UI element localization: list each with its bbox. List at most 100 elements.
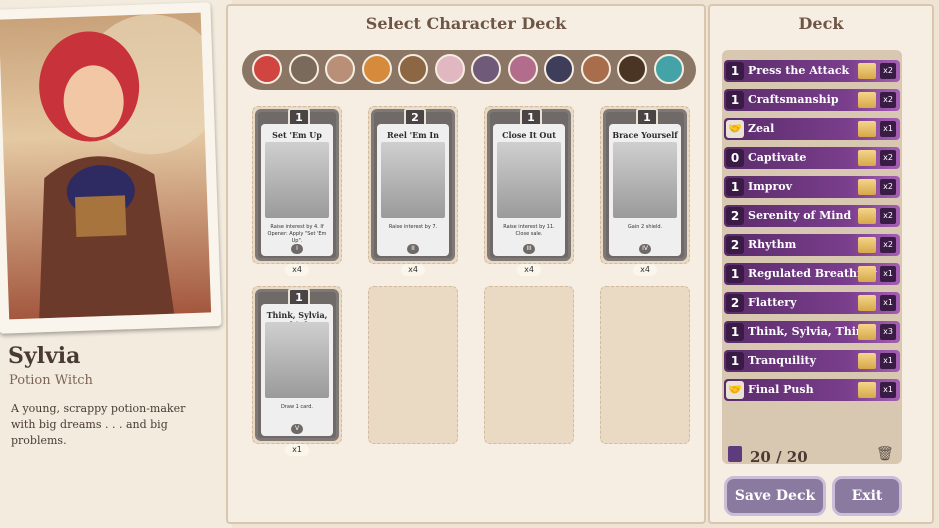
coins-icon — [858, 208, 876, 224]
deck-card[interactable]: 1 Think, Sylvia, Think Draw 1 card. V — [255, 288, 339, 441]
character-face-button[interactable] — [434, 54, 465, 84]
coins-icon — [858, 237, 876, 253]
card-slot[interactable]: 1 Brace Yourself Gain 2 shield. IV — [600, 106, 690, 264]
row-cost: 1 — [726, 323, 744, 341]
row-quantity: x2 — [880, 237, 896, 253]
row-quantity: x1 — [880, 382, 896, 398]
card-slot[interactable]: 1 Set 'Em Up Raise interest by 4. If Ope… — [252, 106, 342, 264]
deck-card[interactable]: 2 Reel 'Em In Raise interest by 7. II — [371, 108, 455, 261]
card-art — [265, 322, 329, 398]
row-quantity: x2 — [880, 208, 896, 224]
card-text: Raise interest by 4. If Opener: Apply "S… — [267, 224, 327, 244]
row-quantity: x2 — [880, 92, 896, 108]
character-face-button[interactable] — [507, 54, 538, 84]
row-name: Final Push — [748, 383, 814, 396]
row-name: Craftsmanship — [748, 93, 839, 106]
save-deck-button[interactable]: Save Deck — [724, 476, 826, 516]
deck-title: Deck — [798, 14, 844, 33]
row-cost: 2 — [726, 207, 744, 225]
deck-row[interactable]: 2 Flattery x1 — [724, 292, 900, 314]
deck-row[interactable]: 2 Serenity of Mind x2 — [724, 205, 900, 227]
deck-row[interactable]: 🤝 Zeal x1 — [724, 118, 900, 140]
row-cost: 1 — [726, 265, 744, 283]
card-slot[interactable]: 1 Think, Sylvia, Think Draw 1 card. V — [252, 286, 342, 444]
card-text: Raise interest by 11. Close sale. — [503, 224, 555, 237]
character-face-button[interactable] — [398, 54, 428, 84]
character-face-bar — [242, 50, 696, 90]
deck-list[interactable]: 🗑 1 Press the Attack x2 1 Craftsmanship x2 🤝… — [722, 50, 902, 464]
character-face-button[interactable] — [252, 54, 282, 84]
row-cost: 0 — [726, 149, 744, 167]
character-face-button[interactable] — [471, 54, 501, 84]
card-art — [265, 142, 329, 218]
character-face-button[interactable] — [617, 54, 647, 84]
card-roman: V — [291, 424, 303, 434]
character-face-button[interactable] — [325, 54, 355, 84]
select-deck-panel: Select Character Deck 1 Set 'Em Up Raise… — [226, 4, 706, 524]
card-art — [613, 142, 677, 218]
character-face-button[interactable] — [288, 54, 319, 84]
deck-row[interactable]: 1 Tranquility x1 — [724, 350, 900, 372]
row-name: Captivate — [748, 151, 807, 164]
deck-row[interactable]: 🤝 Final Push x1 — [724, 379, 900, 401]
row-quantity: x1 — [880, 295, 896, 311]
row-name: Flattery — [748, 296, 797, 309]
card-art — [497, 142, 561, 218]
handshake-icon: 🤝 — [726, 381, 744, 399]
card-count: x1 — [285, 444, 309, 456]
deck-row[interactable]: 1 Regulated Breathing x1 — [724, 263, 900, 285]
panel-title: Select Character Deck — [365, 14, 567, 33]
deck-row[interactable]: 1 Craftsmanship x2 — [724, 89, 900, 111]
card-count: x4 — [401, 264, 425, 276]
character-face-button[interactable] — [361, 54, 392, 84]
deck-card[interactable]: 1 Brace Yourself Gain 2 shield. IV — [603, 108, 687, 261]
card-roman: I — [291, 244, 303, 254]
character-panel: Sylvia Potion Witch A young, scrappy pot… — [0, 0, 232, 528]
card-face: Brace Yourself Gain 2 shield. IV — [609, 124, 681, 256]
deck-card[interactable]: 1 Set 'Em Up Raise interest by 4. If Ope… — [255, 108, 339, 261]
character-face-button[interactable] — [544, 54, 574, 84]
card-slot[interactable]: 1 Close It Out Raise interest by 11. Clo… — [484, 106, 574, 264]
row-quantity: x1 — [880, 266, 896, 282]
coins-icon — [858, 121, 876, 137]
character-face-button[interactable] — [653, 54, 684, 84]
card-name: Close It Out — [502, 130, 556, 140]
row-quantity: x2 — [880, 150, 896, 166]
row-quantity: x2 — [880, 63, 896, 79]
deck-row[interactable]: 1 Press the Attack x2 — [724, 60, 900, 82]
card-count: x4 — [285, 264, 309, 276]
coins-icon — [858, 266, 876, 282]
deck-row[interactable]: 1 Improv x2 — [724, 176, 900, 198]
coins-icon — [858, 179, 876, 195]
coins-icon — [858, 150, 876, 166]
row-cost: 1 — [726, 91, 744, 109]
deck-card[interactable]: 1 Close It Out Raise interest by 11. Clo… — [487, 108, 571, 261]
row-name: Serenity of Mind — [748, 209, 852, 222]
card-count: x4 — [517, 264, 541, 276]
character-portrait — [0, 12, 212, 320]
row-quantity: x1 — [880, 121, 896, 137]
card-name: Brace Yourself — [612, 130, 678, 140]
exit-button[interactable]: Exit — [832, 476, 902, 516]
card-slot[interactable]: 2 Reel 'Em In Raise interest by 7. II — [368, 106, 458, 264]
card-slot — [368, 286, 458, 444]
deck-row[interactable]: 2 Rhythm x2 — [724, 234, 900, 256]
character-name: Sylvia — [8, 343, 81, 369]
row-quantity: x2 — [880, 179, 896, 195]
coins-icon — [858, 382, 876, 398]
card-text: Draw 1 card. — [281, 404, 313, 410]
row-cost: 1 — [726, 62, 744, 80]
coins-icon — [858, 92, 876, 108]
coins-icon — [858, 295, 876, 311]
character-description: A young, scrappy potion-maker with big d… — [11, 402, 186, 447]
character-portrait-frame — [0, 2, 222, 334]
character-face-button[interactable] — [580, 54, 611, 84]
deck-row[interactable]: 1 Think, Sylvia, Think x3 — [724, 321, 900, 343]
card-face: Reel 'Em In Raise interest by 7. II — [377, 124, 449, 256]
deck-row[interactable]: 0 Captivate x2 — [724, 147, 900, 169]
card-face: Set 'Em Up Raise interest by 4. If Opene… — [261, 124, 333, 256]
coins-icon — [858, 63, 876, 79]
row-name: Rhythm — [748, 238, 797, 251]
deck-card-icon — [728, 446, 742, 462]
trash-icon[interactable]: 🗑 — [876, 446, 894, 462]
